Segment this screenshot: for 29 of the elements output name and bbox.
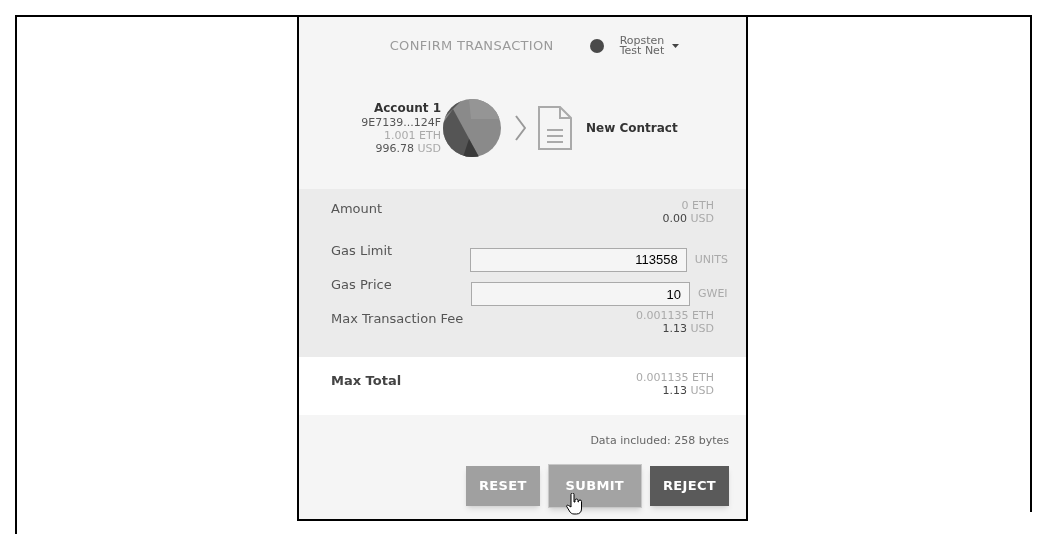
account-address: 9E7139...124F — [361, 116, 441, 129]
document-icon — [538, 106, 572, 150]
usd-amount: 1.13 USD — [662, 384, 714, 397]
usd-balance: 996.78 USD — [375, 142, 441, 155]
recipient-name: New Contract — [586, 120, 678, 137]
action-button[interactable]: REJECT — [650, 465, 729, 506]
account-name: Account 1 — [373, 101, 441, 116]
network-dropdown[interactable]: Ropsten Test Net — [619, 36, 680, 56]
number-input-field[interactable]: 113558 — [469, 247, 687, 272]
eth-amount: 0 ETH — [681, 199, 714, 212]
account-identicon — [443, 99, 501, 157]
usd-amount: 0.00 USD — [662, 212, 714, 225]
eth-amount: 0.001135 ETH — [636, 371, 714, 384]
caret-icon — [672, 44, 680, 48]
hand-cursor-icon — [566, 493, 584, 515]
field-label: Gas Price — [331, 276, 393, 294]
field-label: Amount — [331, 200, 383, 218]
eth-amount: 0.001135 ETH — [636, 309, 714, 323]
total-label: Max Total — [331, 372, 402, 390]
data-size-note: Data included: 258 bytes — [590, 433, 729, 449]
usd-amount: 1.13 USD — [662, 322, 714, 336]
panel-title: CONFIRM TRANSACTION — [389, 37, 554, 56]
field-label: Gas Limit — [331, 241, 394, 260]
unit-label: GWEI — [698, 286, 728, 302]
number-input-field[interactable]: 10 — [471, 282, 690, 306]
field-label: Max Transaction Fee — [331, 310, 464, 329]
eth-balance: 1.001 ETH — [384, 129, 441, 142]
chevron-right-icon — [515, 115, 526, 141]
unit-label: UNITS — [694, 251, 728, 268]
